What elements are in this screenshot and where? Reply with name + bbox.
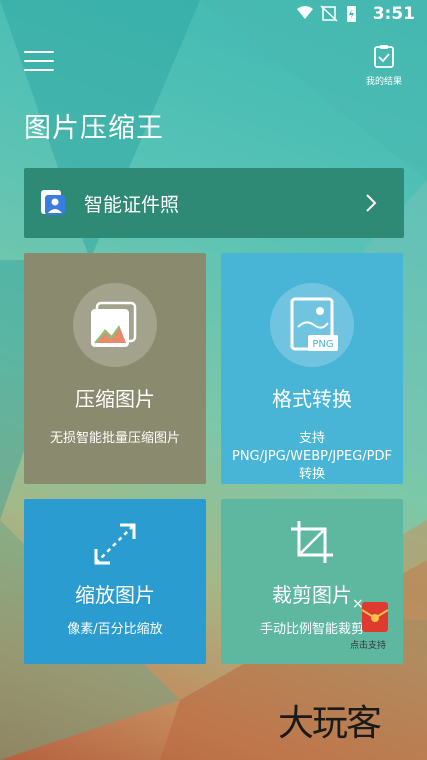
id-photo-icon [41,190,65,215]
support-ad[interactable]: × 点击支持 [350,596,400,656]
menu-button[interactable] [24,44,54,80]
resize-arrows-icon [94,523,136,565]
format-convert-tile[interactable]: PNG 格式转换 支持PNG/JPG/WEBP/JPEG/PDF转换 [221,253,403,484]
id-photo-banner[interactable]: 智能证件照 [24,168,404,238]
png-badge: PNG [312,339,333,350]
png-file-icon: PNG [290,297,338,351]
menu-icon [24,51,54,53]
compress-image-title: 压缩图片 [75,387,155,411]
wifi-icon [297,6,313,19]
compress-image-tile[interactable]: 压缩图片 无损智能批量压缩图片 [24,253,206,484]
resize-image-title: 缩放图片 [75,583,155,607]
compress-icon-circle [73,283,157,367]
chevron-right-icon [366,194,377,212]
image-stack-icon [91,301,137,347]
red-envelope-icon [361,602,389,632]
my-results-button[interactable]: 我的结果 [359,44,409,90]
resize-image-tile[interactable]: 缩放图片 像素/百分比缩放 [24,499,206,664]
app-title: 图片压缩王 [24,113,164,144]
my-results-label: 我的结果 [365,77,402,87]
id-photo-label: 智能证件照 [84,194,180,216]
status-bar: 3:51 [0,0,427,28]
crop-icon [291,521,333,563]
format-icon-circle: PNG [270,283,354,367]
compress-image-desc: 无损智能批量压缩图片 [49,431,180,446]
watermark: 大玩客 [278,703,382,744]
ad-label: 点击支持 [350,641,387,651]
clipboard-check-icon [374,45,394,68]
status-time: 3:51 [372,4,415,24]
status-icons [297,5,356,22]
format-convert-title: 格式转换 [272,387,352,411]
format-convert-desc: 支持PNG/JPG/WEBP/JPEG/PDF转换 [231,431,393,482]
resize-image-desc: 像素/百分比缩放 [67,622,163,637]
